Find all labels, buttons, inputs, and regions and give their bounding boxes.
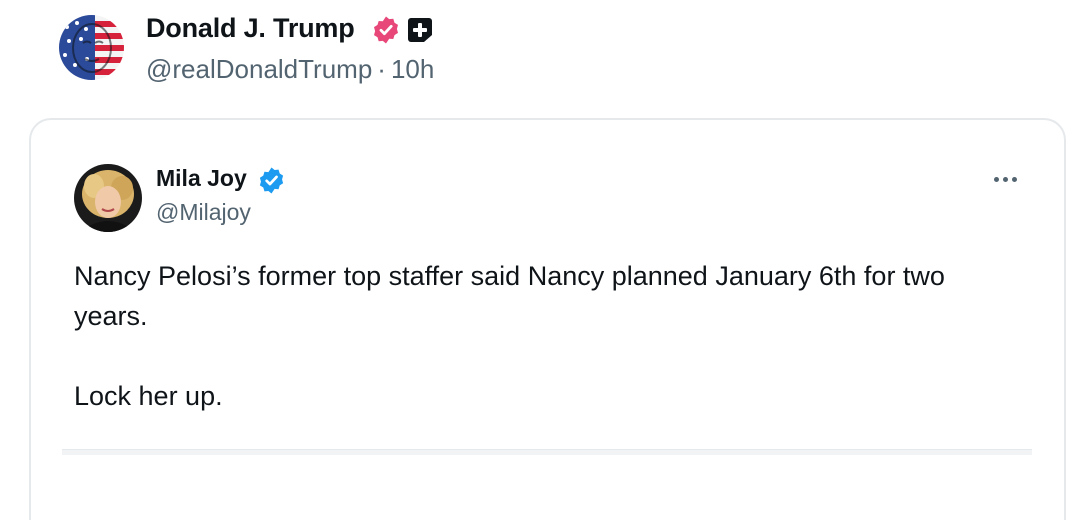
- author-avatar[interactable]: [59, 15, 124, 80]
- more-options-icon[interactable]: [987, 168, 1023, 190]
- separator-dot: ·: [377, 54, 386, 84]
- quoted-post-text: Nancy Pelosi’s former top staffer said N…: [74, 256, 1014, 416]
- quoted-author-display-name[interactable]: Mila Joy: [156, 165, 247, 192]
- author-display-name[interactable]: Donald J. Trump: [146, 13, 355, 44]
- post-view: Donald J. Trump @realDonaldTrump · 10h Mil…: [0, 0, 1082, 520]
- author-handle-row: @realDonaldTrump · 10h: [146, 54, 434, 85]
- more-dot: [993, 176, 999, 182]
- author-handle[interactable]: @realDonaldTrump: [146, 54, 372, 84]
- plus-badge-icon: [406, 16, 434, 44]
- more-dot: [1011, 176, 1017, 182]
- quoted-author-avatar[interactable]: [74, 164, 142, 232]
- quoted-author-handle[interactable]: @Milajoy: [156, 199, 251, 226]
- more-dot: [1002, 176, 1008, 182]
- verified-pink-badge-icon: [371, 15, 401, 45]
- quoted-text-line: Nancy Pelosi’s former top staffer said N…: [74, 261, 945, 331]
- post-timestamp[interactable]: 10h: [391, 54, 434, 84]
- embedded-media-top-edge: [62, 449, 1032, 455]
- quoted-text-line: Lock her up.: [74, 381, 223, 411]
- verified-blue-badge-icon: [257, 166, 286, 195]
